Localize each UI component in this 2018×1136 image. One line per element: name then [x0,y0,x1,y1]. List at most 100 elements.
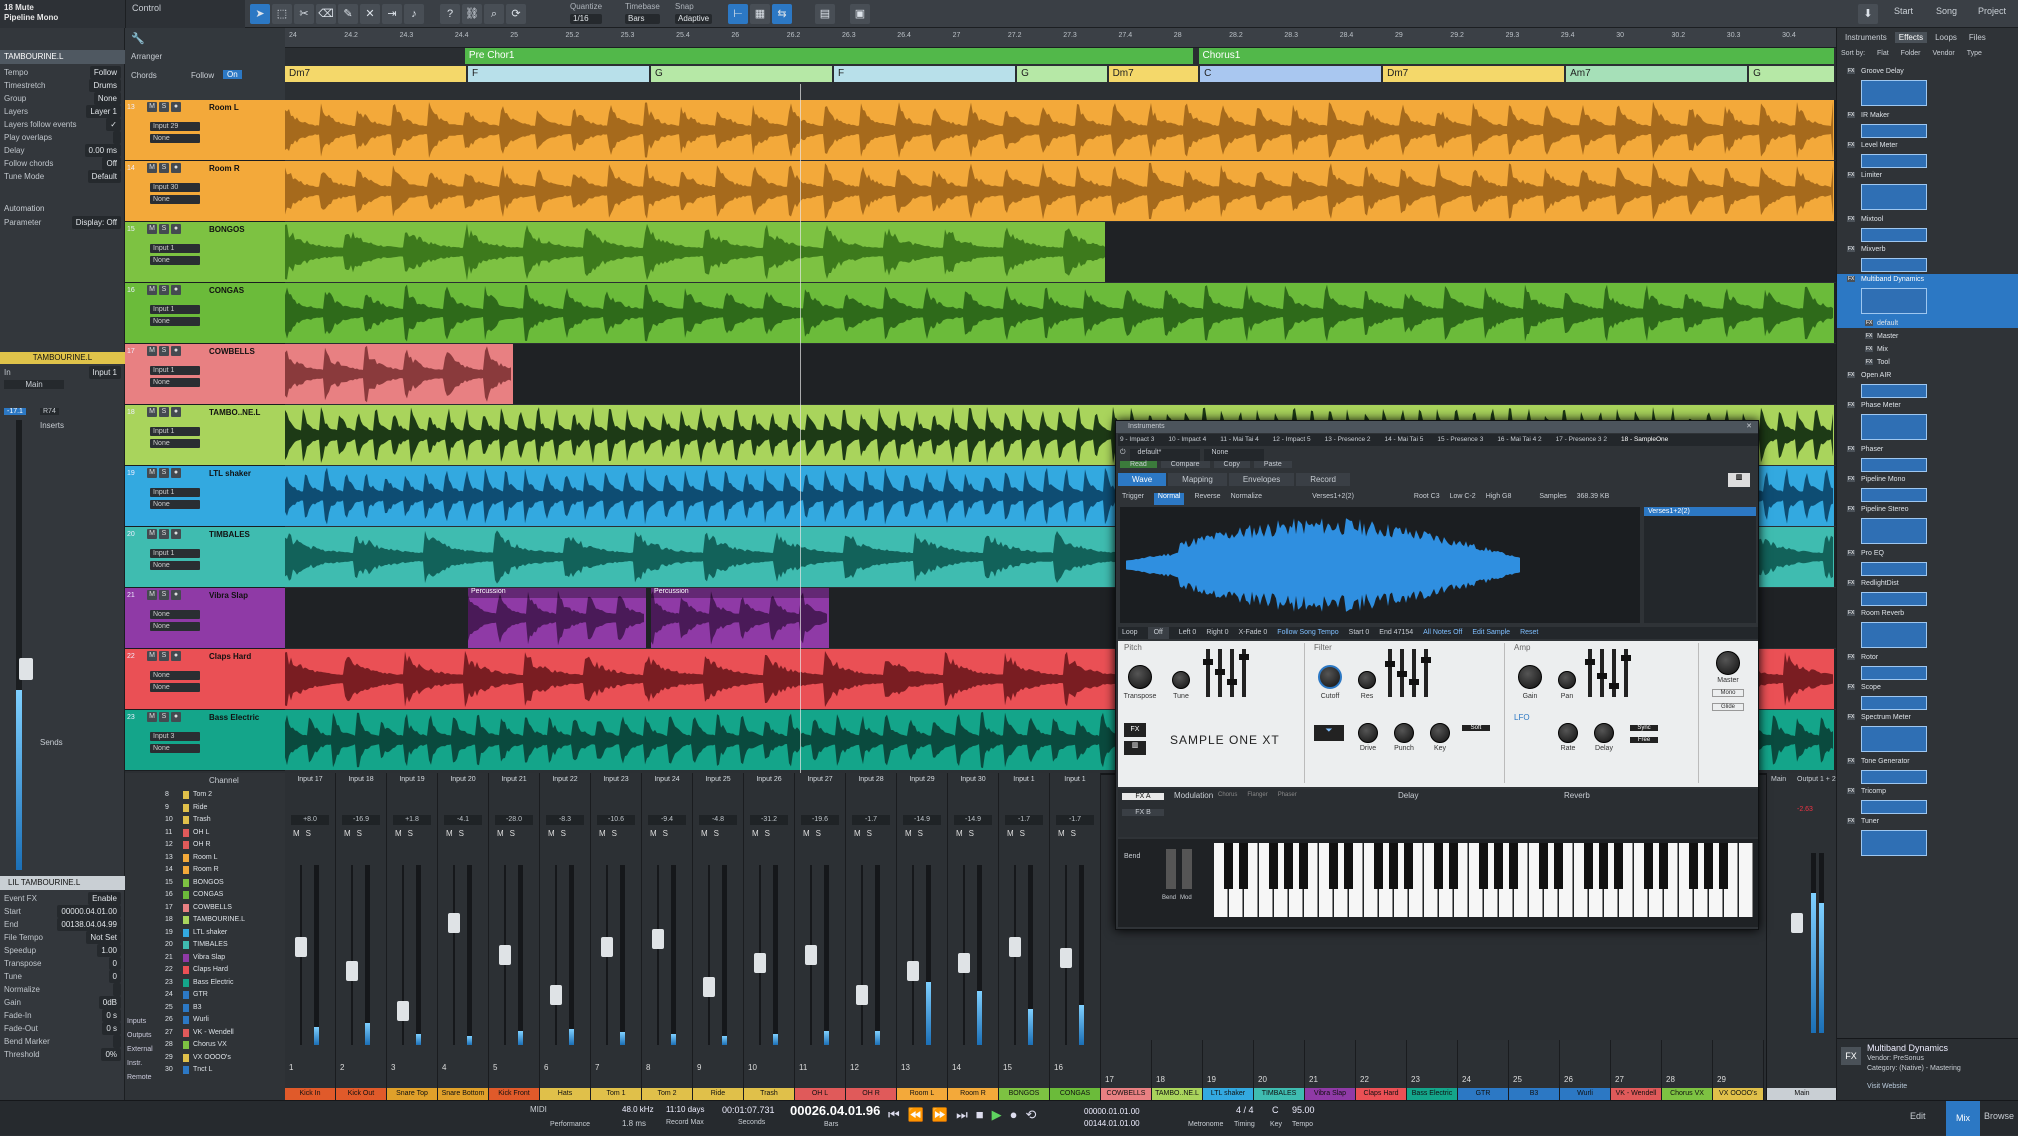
track-output[interactable]: None [150,378,200,387]
cutoff-knob[interactable] [1318,665,1342,689]
strip-input[interactable]: Input 25 [693,775,743,784]
event-row[interactable]: Start 00000.04.01.00 [0,905,125,918]
channel-list-item[interactable]: 24 GTR [125,989,285,1002]
browser-item[interactable]: Mixtool [1861,216,1883,223]
snap-selector[interactable]: Snap Adaptive [675,2,713,24]
pan-control[interactable]: -8.3 [546,815,584,825]
browser-item[interactable]: RedlightDist [1861,580,1899,587]
channel-list-item[interactable]: 18 TAMBOURINE.L [125,914,285,927]
track-output[interactable]: None [150,500,200,509]
sort-option[interactable]: Type [1967,50,1982,57]
event-row[interactable]: Gain 0dB [0,996,125,1009]
forward-icon[interactable]: ⏩ [932,1107,948,1123]
start-value[interactable]: Start 0 [1349,627,1370,639]
browser-item[interactable]: Room Reverb [1861,610,1904,617]
end-value[interactable]: End 47154 [1379,627,1413,639]
strip-mute-button[interactable]: M [803,829,810,838]
event-row[interactable]: Tune 0 [0,970,125,983]
mute-button[interactable]: M [147,102,157,112]
inspector-row[interactable]: Play overlaps [0,131,125,144]
strip-input[interactable]: Input 22 [540,775,590,784]
track-header[interactable]: 16 M S ● CONGAS Input 1 None [125,283,285,344]
event-row-value[interactable] [113,983,121,996]
bend-wheel[interactable] [1166,849,1176,889]
inspector-row-value[interactable]: Off [102,157,121,170]
strip-solo-button[interactable]: S [765,829,770,838]
browser-item[interactable]: Tricomp [1861,788,1886,795]
tab-song[interactable]: Song [1936,6,1957,16]
black-key[interactable] [1509,843,1518,889]
pan-control[interactable]: -14.9 [954,815,992,825]
inspector-row[interactable]: Follow chords Off [0,157,125,170]
browser-item[interactable]: Multiband Dynamics [1861,276,1924,283]
event-row[interactable]: Threshold 0% [0,1048,125,1061]
strip-solo-button[interactable]: S [459,829,464,838]
strip-input[interactable]: Input 1 [1050,775,1100,784]
channel-list-item[interactable]: 17 COWBELLS [125,902,285,915]
pan-control[interactable]: +8.0 [291,815,329,825]
mute-tool-icon[interactable]: ✕ [360,4,380,24]
browser-item[interactable]: Pipeline Stereo [1861,506,1908,513]
record-arm-button[interactable]: ● [171,163,181,173]
browser-item[interactable]: Spectrum Meter [1861,714,1911,721]
volume-fader[interactable] [958,953,970,973]
mono-button[interactable]: Mono [1712,689,1744,697]
piano-keyboard[interactable] [1214,843,1754,917]
volume-fader[interactable] [346,961,358,981]
fx-b-button[interactable]: FX B [1122,809,1164,816]
strip-mute-button[interactable]: M [344,829,351,838]
black-key[interactable] [1329,843,1338,889]
event-row[interactable]: Normalize [0,983,125,996]
strip-solo-button[interactable]: S [306,829,311,838]
plugin-copy-button[interactable]: Copy [1213,461,1250,468]
output-main[interactable]: Main [4,380,64,389]
volume-fader[interactable] [907,961,919,981]
channel-list-item[interactable]: 15 BONGOS [125,877,285,890]
inspector-row-value[interactable]: Layer 1 [86,105,121,118]
strip-input[interactable]: Input 30 [948,775,998,784]
solo-button[interactable]: S [159,651,169,661]
black-key[interactable] [1614,843,1623,889]
record-arm-button[interactable]: ● [171,529,181,539]
gain-knob[interactable] [1518,665,1542,689]
mute-button[interactable]: M [147,712,157,722]
sort-option[interactable]: Vendor [1933,50,1955,57]
strip-solo-button[interactable]: S [357,829,362,838]
record-arm-button[interactable]: ● [171,346,181,356]
track-header[interactable]: 14 M S ● Room R Input 30 None [125,161,285,222]
event-row[interactable]: Event FX Enable [0,892,125,905]
paint-tool-icon[interactable]: ✎ [338,4,358,24]
pan-control[interactable]: -1.7 [1056,815,1094,825]
playhead[interactable] [800,84,801,774]
time-seconds[interactable]: 00:01:07.731 [722,1105,775,1115]
strip-mute-button[interactable]: M [854,829,861,838]
instrument-tab[interactable]: 10 - Impact 4 [1168,436,1206,444]
browser-item[interactable]: Tone Generator [1861,758,1910,765]
plugin-compare-button[interactable]: Compare [1160,461,1210,468]
strip-input[interactable]: Input 1 [999,775,1049,784]
time-bars[interactable]: 00026.04.01.96 [790,1103,880,1118]
strip-mute-button[interactable]: M [956,829,963,838]
master-knob[interactable] [1716,651,1740,675]
strip-solo-button[interactable]: S [918,829,923,838]
flanger-option[interactable]: Flanger [1247,792,1267,798]
bend-tool-icon[interactable]: ⇥ [382,4,402,24]
white-key[interactable] [1739,843,1753,917]
browser-item[interactable]: Level Meter [1861,142,1898,149]
layout-icon[interactable]: ▤ [815,4,835,24]
volume-fader[interactable] [601,937,613,957]
waveform-display[interactable] [1120,507,1640,623]
track-input[interactable]: Input 1 [150,427,200,436]
pan-control[interactable]: -31.2 [750,815,788,825]
inspector-row[interactable]: Layers Layer 1 [0,105,125,118]
instrument-tab[interactable]: 11 - Mai Tai 4 [1220,436,1258,444]
mute-button[interactable]: M [147,529,157,539]
drive-knob[interactable] [1358,723,1378,743]
browser-item[interactable]: Limiter [1861,172,1882,179]
strip-mute-button[interactable]: M [650,829,657,838]
sync-button[interactable]: Sync [1630,725,1658,731]
event-row-value[interactable]: 0 [108,957,121,970]
key-value[interactable]: C [1272,1105,1279,1115]
event-row-value[interactable]: 00138.04.04.99 [57,918,121,931]
strip-solo-button[interactable]: S [969,829,974,838]
